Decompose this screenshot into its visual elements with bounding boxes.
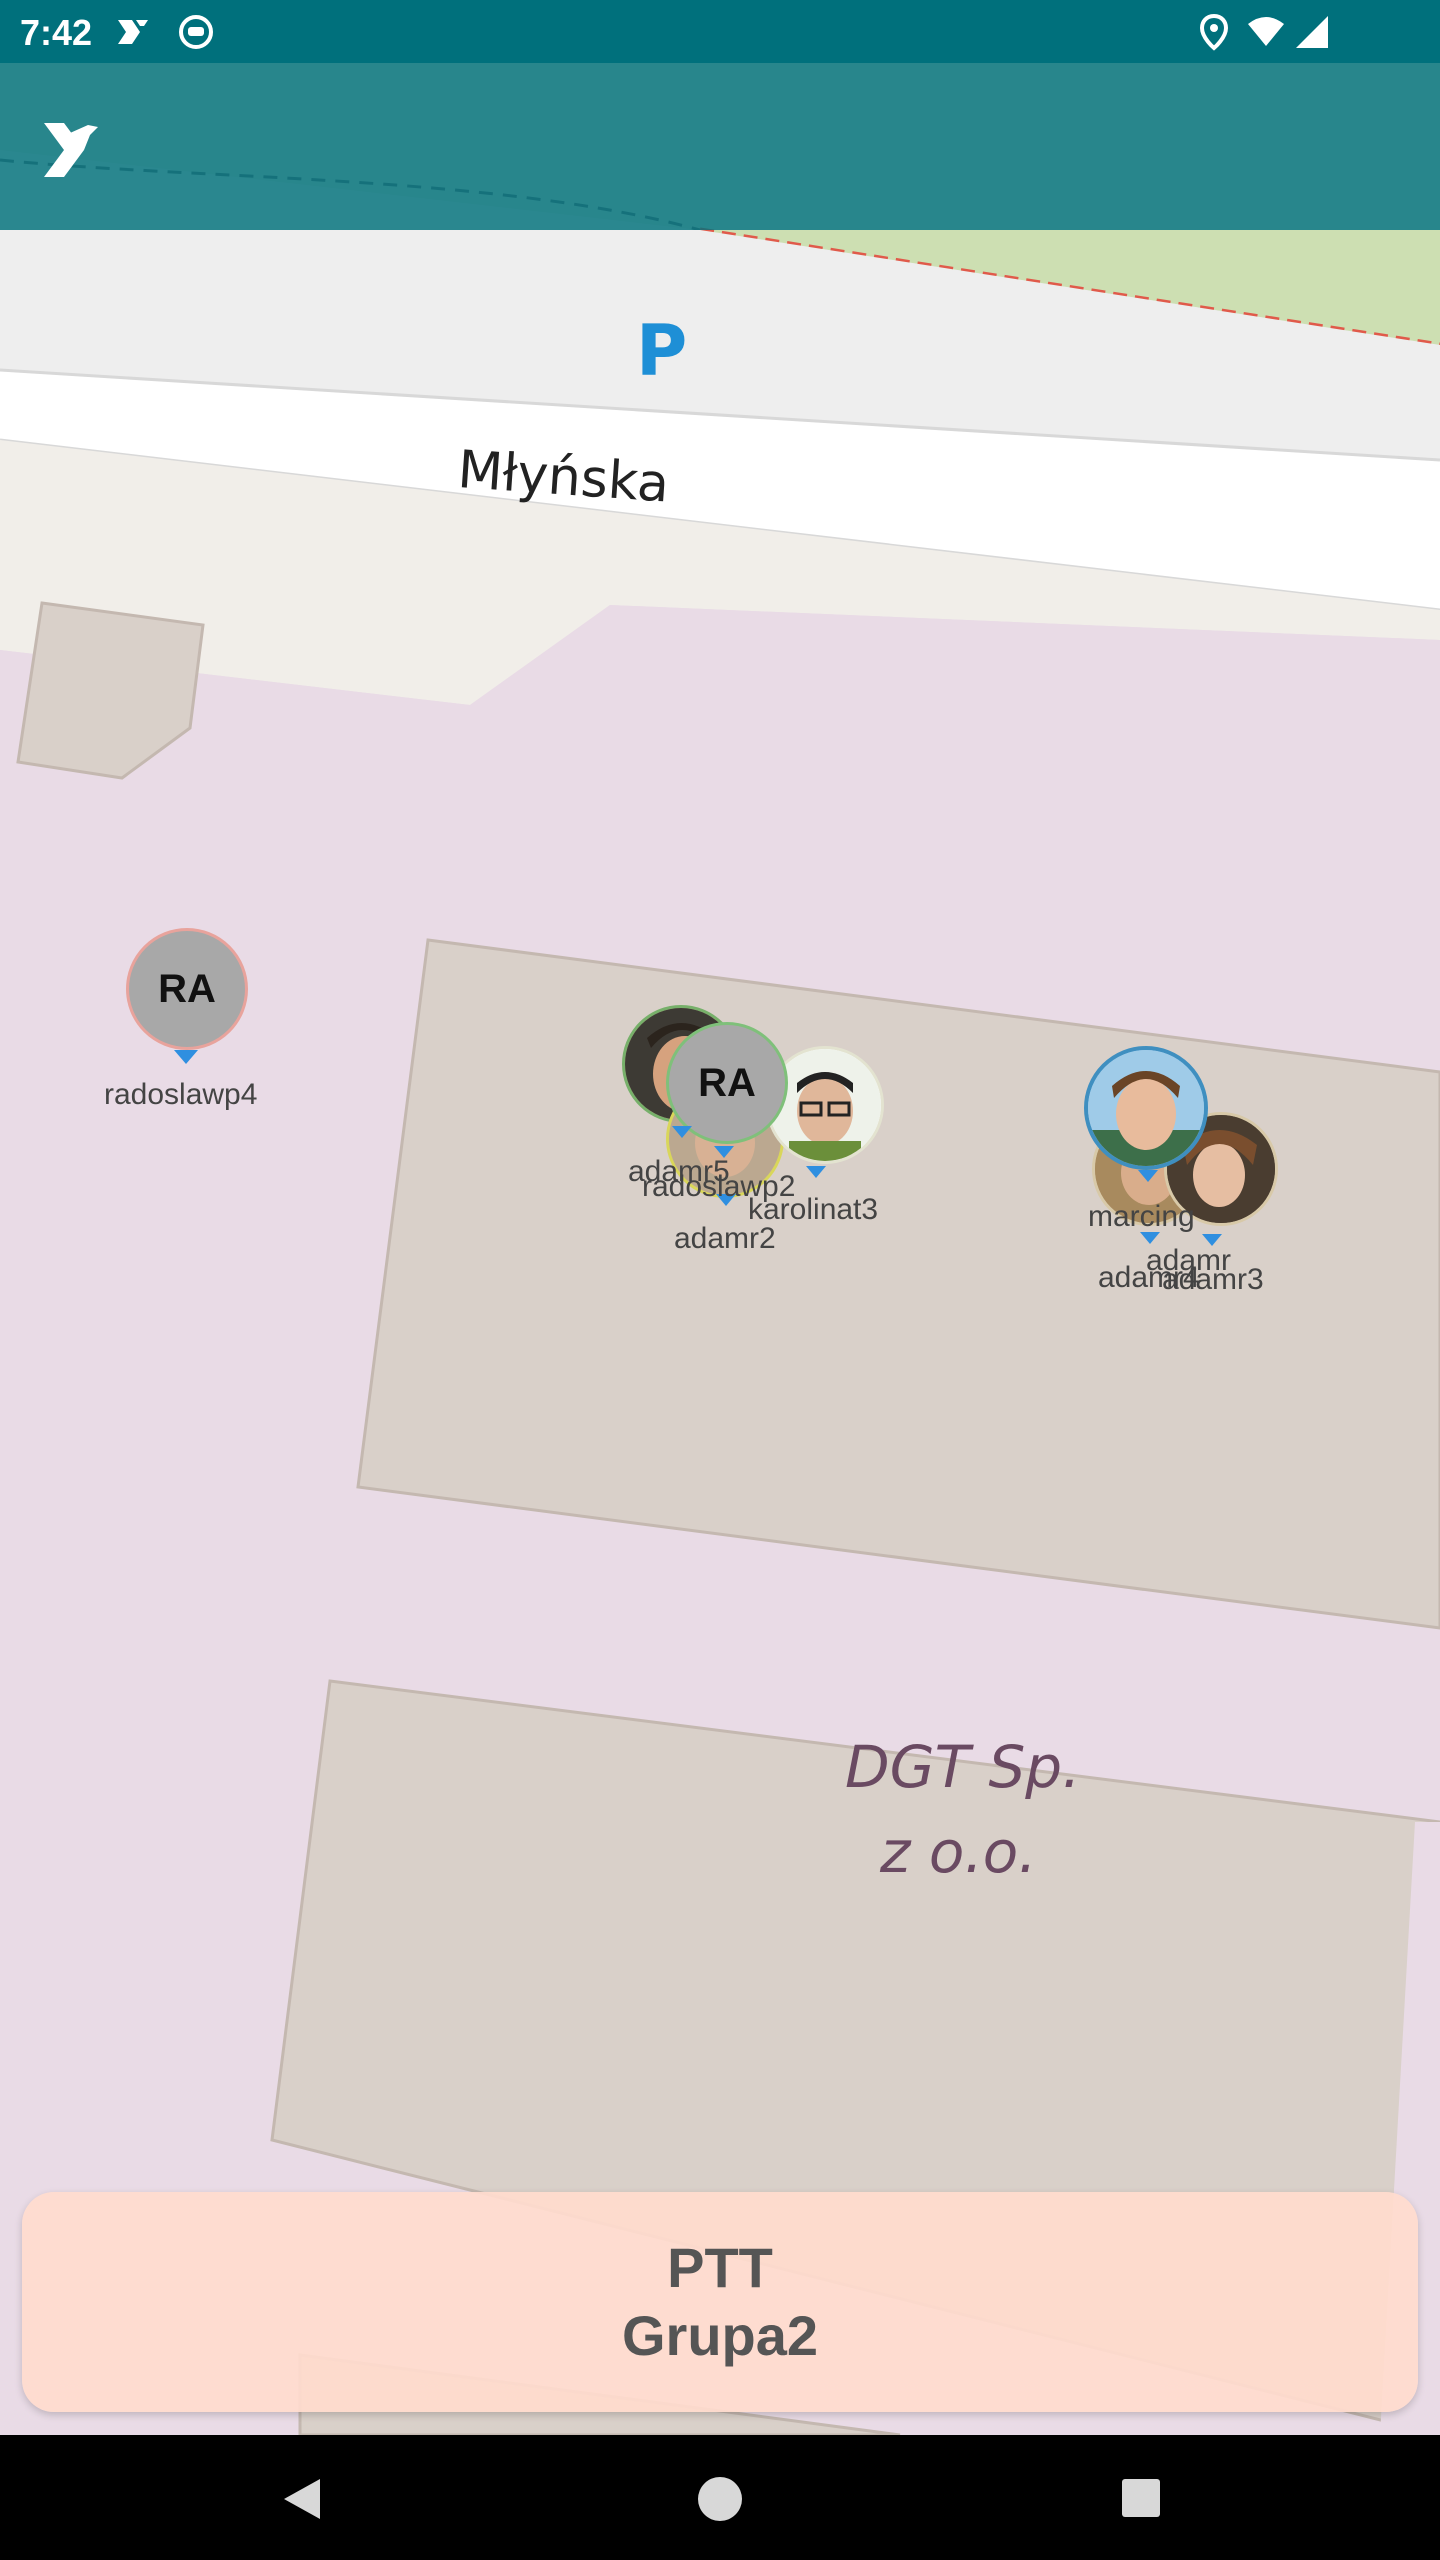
location-pointer-icon xyxy=(672,1126,692,1138)
avatar-initials: RA xyxy=(698,1060,756,1105)
ptt-group-label: Grupa2 xyxy=(621,2304,819,2367)
status-time: 7:42 xyxy=(20,12,93,53)
poi-label-line1: DGT Sp. xyxy=(845,1733,1081,1801)
navigation-bar xyxy=(0,2435,1440,2560)
location-pointer-icon xyxy=(806,1166,826,1178)
wifi-icon xyxy=(1248,17,1284,46)
signal-icon xyxy=(1296,16,1328,48)
marker-label: marcing xyxy=(1088,1200,1195,1233)
location-pointer-icon xyxy=(1138,1170,1158,1182)
back-icon[interactable] xyxy=(280,2475,324,2523)
location-icon xyxy=(1199,13,1229,51)
cast-icon xyxy=(118,20,148,44)
avatar-initials: RA xyxy=(158,966,216,1011)
poi-label-line2: z o.o. xyxy=(880,1818,1037,1886)
home-icon[interactable] xyxy=(696,2475,744,2523)
location-pointer-icon xyxy=(174,1050,198,1064)
status-bar: 7:42 xyxy=(0,0,1440,63)
app-notification-icon xyxy=(179,15,213,49)
recents-icon[interactable] xyxy=(1120,2477,1162,2519)
ptt-button[interactable]: PTT Grupa2 xyxy=(22,2192,1418,2412)
user-avatar-marcing[interactable] xyxy=(1084,1046,1208,1170)
marker-label: radoslawp4 xyxy=(104,1078,258,1111)
parking-label: P xyxy=(636,310,688,392)
map-view[interactable]: P Młyńska DGT Sp. z o.o. RA radoslawp4 R… xyxy=(0,0,1440,2437)
ptt-label: PTT xyxy=(667,2236,773,2299)
user-avatar-radoslawp4[interactable]: RA xyxy=(126,928,248,1050)
app-logo-menu-icon[interactable] xyxy=(40,115,110,185)
marker-label: adamr3 xyxy=(1162,1263,1264,1296)
app-bar xyxy=(0,63,1440,230)
marker-label: adamr2 xyxy=(674,1222,776,1255)
